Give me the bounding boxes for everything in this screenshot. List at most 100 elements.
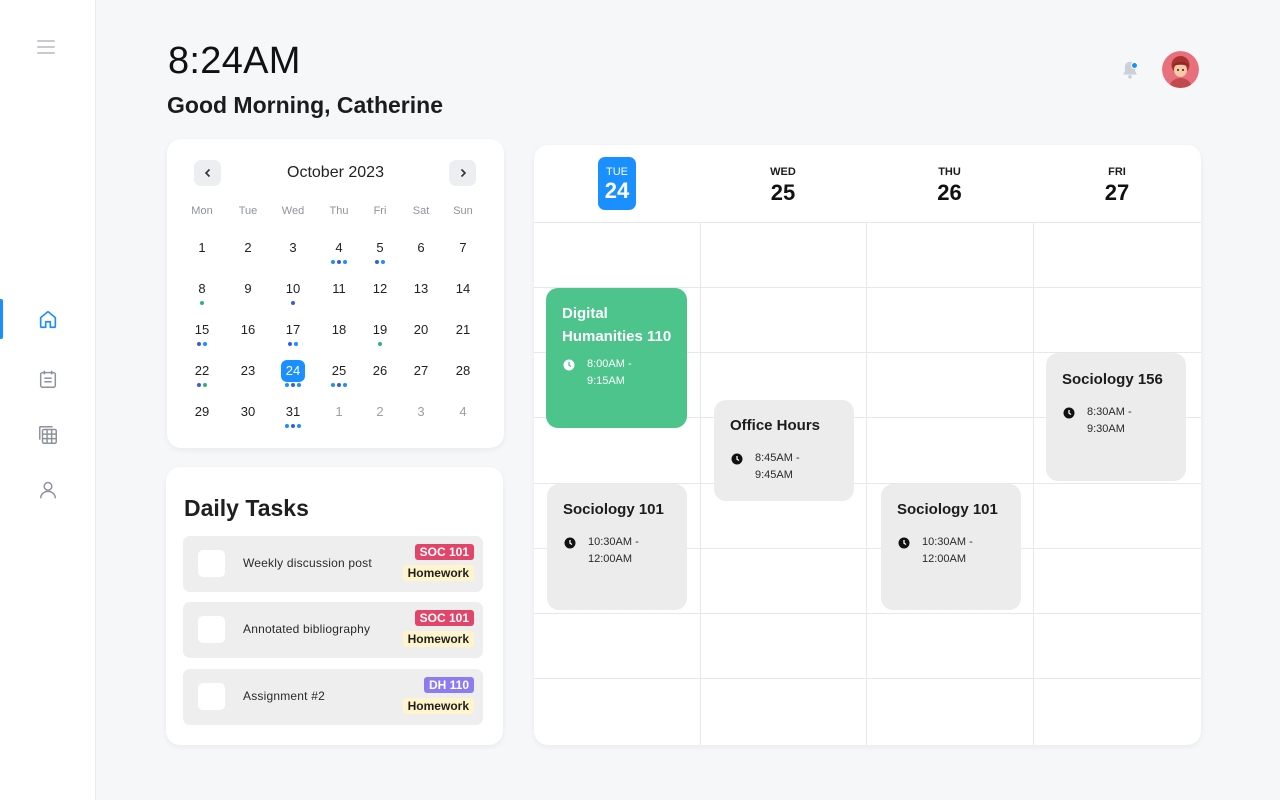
- next-month-button[interactable]: [449, 160, 476, 186]
- calendar-day[interactable]: 22: [187, 360, 217, 390]
- calendar-day[interactable]: 1: [324, 401, 354, 431]
- calendar-day[interactable]: 2: [233, 237, 263, 267]
- calendar-day[interactable]: 2: [365, 401, 395, 431]
- calendar-day[interactable]: 30: [233, 401, 263, 431]
- calendar-day[interactable]: 20: [406, 319, 436, 349]
- task-item[interactable]: Weekly discussion post SOC 101 Homework: [183, 536, 483, 592]
- event-card[interactable]: Sociology 101 10:30AM - 12:00AM: [881, 484, 1021, 610]
- calendar-day[interactable]: 29: [187, 401, 217, 431]
- schedule-grid-icon: [39, 426, 57, 444]
- calendar-day[interactable]: 16: [233, 319, 263, 349]
- day-number: 31: [285, 404, 301, 419]
- event-dot: [331, 383, 335, 387]
- clock-icon: [898, 537, 910, 549]
- day-number: 11: [332, 281, 346, 296]
- clock-icon: [731, 453, 743, 465]
- calendar-day[interactable]: 18: [324, 319, 354, 349]
- day-number: 9: [244, 281, 252, 296]
- day-number: 1: [335, 404, 343, 419]
- nav-schedule[interactable]: [0, 415, 96, 455]
- calendar-day[interactable]: 17: [278, 319, 308, 349]
- day-number: 15: [194, 322, 210, 337]
- day-number: 2: [244, 240, 252, 255]
- course-badge: SOC 101: [414, 610, 474, 626]
- calendar-day[interactable]: 23: [233, 360, 263, 390]
- task-type-badge: Homework: [402, 698, 474, 714]
- calendar-day[interactable]: 31: [278, 401, 308, 431]
- day-number: 13: [413, 281, 429, 296]
- bell-icon[interactable]: [1119, 58, 1141, 82]
- day-number: 18: [331, 322, 347, 337]
- event-dot: [197, 383, 201, 387]
- event-card[interactable]: Sociology 156 8:30AM - 9:30AM: [1046, 353, 1186, 481]
- calendar-day[interactable]: 5: [365, 237, 395, 267]
- day-number: 25: [331, 363, 347, 378]
- calendar-day[interactable]: 28: [448, 360, 478, 390]
- weekday-label: FRI: [1108, 166, 1126, 178]
- calendar-day[interactable]: 13: [406, 278, 436, 308]
- calendar-day[interactable]: 21: [448, 319, 478, 349]
- avatar[interactable]: [1162, 51, 1199, 88]
- day-column-header[interactable]: THU 26: [866, 145, 1033, 222]
- weekday-header: Wed: [281, 205, 305, 217]
- calendar-day[interactable]: 1: [187, 237, 217, 267]
- nav-calendar[interactable]: [0, 359, 96, 399]
- event-dot: [337, 260, 341, 264]
- nav-profile[interactable]: [0, 470, 96, 510]
- event-dot: [381, 260, 385, 264]
- calendar-day[interactable]: 26: [365, 360, 395, 390]
- calendar-day-selected[interactable]: 24: [278, 360, 308, 390]
- calendar-day[interactable]: 8: [187, 278, 217, 308]
- day-number: 2: [376, 404, 384, 419]
- task-item[interactable]: Assignment #2 DH 110 Homework: [183, 669, 483, 725]
- calendar-day[interactable]: 12: [365, 278, 395, 308]
- event-dots: [278, 383, 308, 387]
- event-dots: [365, 342, 395, 346]
- calendar-day[interactable]: 4: [448, 401, 478, 431]
- calendar-day[interactable]: 27: [406, 360, 436, 390]
- day-number: 22: [194, 363, 210, 378]
- day-number: 10: [285, 281, 301, 296]
- day-column-header[interactable]: WED 25: [700, 145, 866, 222]
- nav-home[interactable]: [0, 299, 96, 339]
- day-number: 3: [417, 404, 425, 419]
- event-dot: [203, 342, 207, 346]
- calendar-day[interactable]: 11: [324, 278, 354, 308]
- day-number: 29: [194, 404, 210, 419]
- day-column-header[interactable]: FRI 27: [1033, 145, 1201, 222]
- event-dot: [337, 383, 341, 387]
- day-number: 28: [455, 363, 471, 378]
- calendar-day[interactable]: 19: [365, 319, 395, 349]
- calendar-day[interactable]: 10: [278, 278, 308, 308]
- event-card[interactable]: Office Hours 8:45AM - 9:45AM: [714, 400, 854, 501]
- day-number: 1: [198, 240, 206, 255]
- calendar-day[interactable]: 9: [233, 278, 263, 308]
- calendar-day[interactable]: 3: [278, 237, 308, 267]
- calendar-day[interactable]: 25: [324, 360, 354, 390]
- daily-tasks-panel: Daily Tasks Weekly discussion post SOC 1…: [166, 467, 503, 745]
- calendar-day[interactable]: 4: [324, 237, 354, 267]
- user-icon: [39, 481, 57, 499]
- event-card[interactable]: Digital Humanities 110 8:00AM - 9:15AM: [546, 288, 687, 428]
- task-item[interactable]: Annotated bibliography SOC 101 Homework: [183, 602, 483, 658]
- calendar-day[interactable]: 7: [448, 237, 478, 267]
- day-column-header[interactable]: TUE 24: [534, 145, 700, 222]
- task-checkbox[interactable]: [198, 683, 225, 710]
- calendar-day[interactable]: 6: [406, 237, 436, 267]
- calendar-icon: [39, 370, 57, 388]
- event-card[interactable]: Sociology 101 10:30AM - 12:00AM: [547, 484, 687, 610]
- day-number: 5: [376, 240, 384, 255]
- event-dots: [278, 342, 308, 346]
- event-dots: [278, 301, 308, 305]
- event-dot: [294, 342, 298, 346]
- notification-dot: [1131, 62, 1138, 69]
- event-title: Sociology 156: [1062, 371, 1163, 388]
- weekday-header: Thu: [329, 205, 349, 217]
- calendar-day[interactable]: 3: [406, 401, 436, 431]
- event-dot: [200, 301, 204, 305]
- calendar-day[interactable]: 15: [187, 319, 217, 349]
- hamburger-menu-icon[interactable]: [37, 40, 55, 54]
- task-checkbox[interactable]: [198, 550, 225, 577]
- calendar-day[interactable]: 14: [448, 278, 478, 308]
- task-checkbox[interactable]: [198, 616, 225, 643]
